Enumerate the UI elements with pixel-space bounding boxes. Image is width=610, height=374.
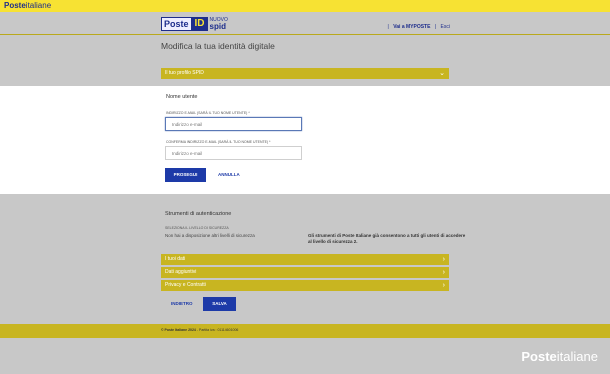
myposte-link[interactable]: Vai a MYPOSTE: [393, 24, 430, 30]
logo-spid: spid: [209, 22, 226, 31]
copyright: © Poste Italiane 2024 - Partita iva : 01…: [161, 328, 239, 332]
email-label: Indirizzo e-mail (sarà il tuo nome utent…: [166, 111, 250, 115]
header-divider: [0, 34, 610, 35]
bottom-brand-logo: Posteitaliane: [521, 349, 598, 364]
header-separator: |: [434, 24, 437, 30]
accordion-label: I tuoi dati: [165, 256, 186, 262]
footer: © Poste Italiane 2024 - Partita iva : 01…: [0, 324, 610, 338]
brand-logo[interactable]: Posteitaliane: [4, 1, 51, 11]
username-panel: [0, 86, 610, 194]
header: Poste ID NUOVO spid | Vai a MYPOSTE | Es…: [0, 12, 610, 34]
chevron-right-icon: ›: [442, 269, 445, 276]
profile-accordion[interactable]: Il tuo profilo SPID ⌄: [161, 68, 449, 79]
auth-section-title: Strumenti di autenticazione: [165, 211, 232, 217]
header-links: | Vai a MYPOSTE | Esci: [385, 24, 451, 30]
accordion-additional-data[interactable]: Dati aggiuntivi ›: [161, 267, 449, 278]
page-title: Modifica la tua identità digitale: [161, 41, 275, 51]
logo-id: ID: [191, 17, 208, 31]
username-section-title: Nome utente: [166, 94, 198, 100]
accordion-label: Il tuo profilo SPID: [165, 70, 204, 76]
security-note: Gli strumenti di Poste Italiane già cons…: [308, 233, 466, 244]
accordion-label: Dati aggiuntivi: [165, 269, 197, 275]
accordion-privacy[interactable]: Privacy e Contratti ›: [161, 280, 449, 291]
logo-poste: Poste: [161, 17, 192, 31]
chevron-right-icon: ›: [442, 256, 445, 263]
back-link[interactable]: Indietro: [171, 301, 193, 306]
accordion-your-data[interactable]: I tuoi dati ›: [161, 254, 449, 265]
continue-button[interactable]: Prosegui: [165, 168, 206, 182]
header-separator: |: [387, 24, 389, 30]
confirm-email-field[interactable]: [165, 146, 302, 160]
confirm-email-label: Conferma indirizzo e-mail (sarà il tuo n…: [166, 140, 271, 144]
save-button[interactable]: Salva: [203, 297, 236, 311]
email-field[interactable]: [165, 117, 302, 131]
accordion-label: Privacy e Contratti: [165, 282, 206, 288]
cancel-link[interactable]: Annulla: [218, 172, 240, 177]
chevron-right-icon: ›: [442, 282, 445, 289]
security-level-label: Seleziona il livello di sicurezza: [165, 226, 229, 230]
security-level-value: Non hai a disposizione altri livelli di …: [165, 233, 255, 238]
top-bar: Posteitaliane: [0, 0, 610, 12]
chevron-down-icon: ⌄: [439, 70, 445, 77]
posteid-spid-logo: Poste ID NUOVO spid: [161, 16, 228, 32]
exit-link[interactable]: Esci: [441, 24, 450, 30]
